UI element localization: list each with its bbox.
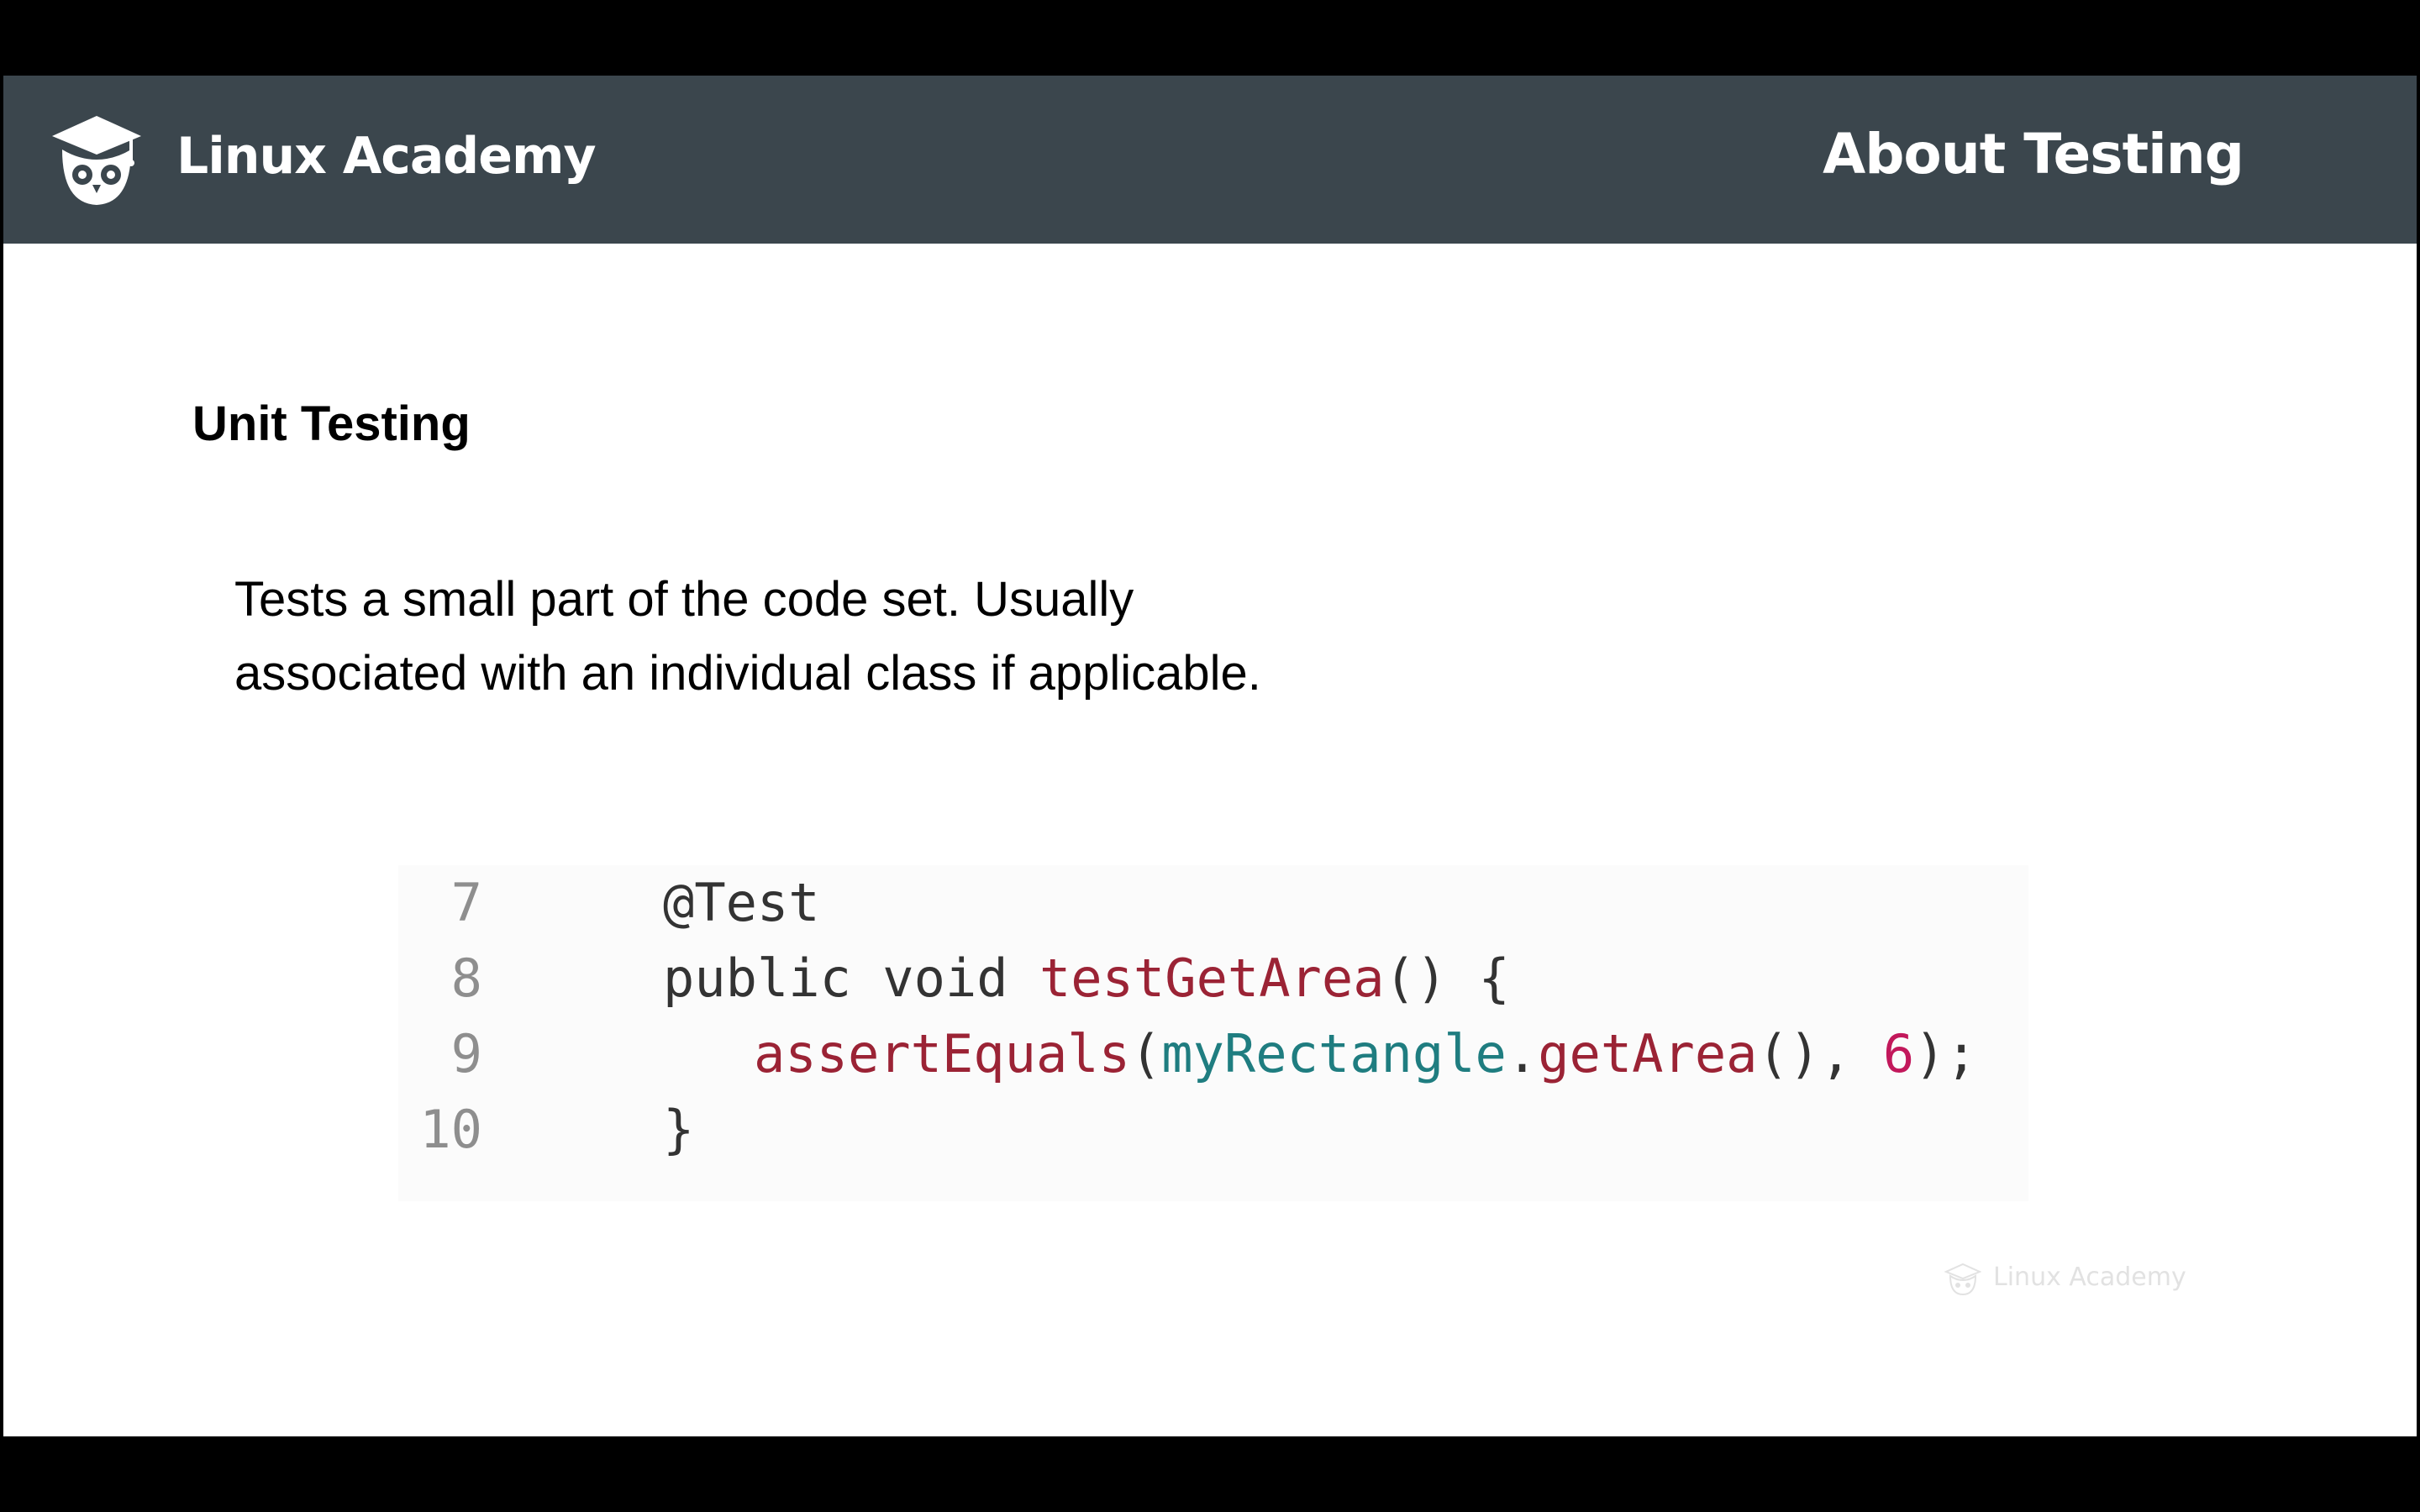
line-number: 8: [450, 948, 482, 1009]
line-number: 7: [450, 872, 482, 933]
punctuation-token: .: [1506, 1023, 1539, 1084]
letterbox-top: [0, 0, 2420, 76]
watermark-text: Linux Academy: [1993, 1263, 2186, 1292]
method-token: assertEquals: [754, 1023, 1130, 1084]
section-heading: Unit Testing: [192, 396, 471, 451]
method-token: testGetArea: [1039, 948, 1385, 1009]
punctuation-token: () {: [1384, 948, 1510, 1009]
code-text: public void testGetArea() {: [663, 941, 1510, 1016]
code-line: 10 }: [398, 1092, 2028, 1168]
owl-graduation-cap-icon: [1944, 1263, 1981, 1296]
punctuation-token: }: [663, 1099, 695, 1160]
keyword-token: public void: [663, 948, 1039, 1009]
code-text: @Test: [663, 865, 820, 941]
code-line: 7 @Test: [398, 865, 2028, 941]
brand-name: Linux Academy: [176, 127, 597, 186]
line-number: 10: [419, 1099, 482, 1160]
slide-title: About Testing: [1823, 122, 2244, 186]
code-text: }: [663, 1092, 694, 1168]
letterbox-bottom: [0, 1436, 2420, 1512]
annotation-token: @Test: [663, 872, 820, 933]
code-text: assertEquals(myRectangle.getArea(), 6);: [754, 1016, 1977, 1092]
code-snippet: 7 @Test 8 public void testGetArea() { 9 …: [398, 865, 2028, 1201]
description-line: Tests a small part of the code set. Usua…: [234, 572, 1134, 627]
slide: Linux Academy About Testing Unit Testing…: [3, 76, 2417, 1436]
description-line: associated with an individual class if a…: [234, 646, 1261, 701]
owl-graduation-cap-icon: [52, 116, 141, 205]
code-line: 9 assertEquals(myRectangle.getArea(), 6)…: [398, 1016, 2028, 1092]
punctuation-token: (: [1129, 1023, 1162, 1084]
punctuation-token: (),: [1757, 1023, 1883, 1084]
method-token: getArea: [1538, 1023, 1758, 1084]
punctuation-token: );: [1914, 1023, 1977, 1084]
line-number: 9: [450, 1023, 482, 1084]
variable-token: myRectangle: [1161, 1023, 1507, 1084]
number-token: 6: [1882, 1023, 1915, 1084]
code-line: 8 public void testGetArea() {: [398, 941, 2028, 1016]
description-text: Tests a small part of the code set. Usua…: [234, 563, 1495, 711]
slide-header: Linux Academy About Testing: [3, 76, 2417, 244]
